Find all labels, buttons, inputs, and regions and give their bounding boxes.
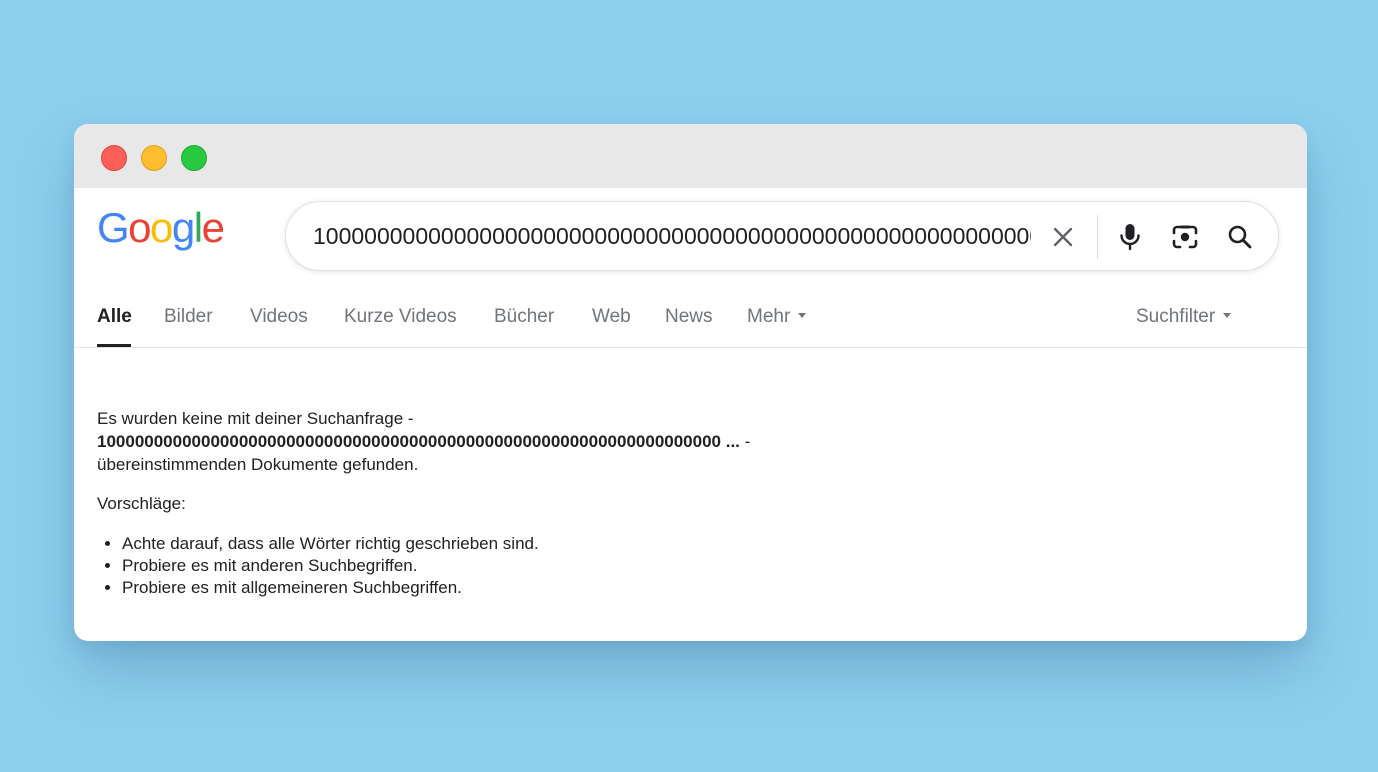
query-line: 1000000000000000000000000000000000000000…: [97, 430, 997, 453]
tab-videos[interactable]: Videos: [250, 306, 308, 328]
tab-web[interactable]: Web: [592, 306, 631, 328]
suggestion-item: Probiere es mit anderen Suchbegriffen.: [122, 555, 997, 577]
tab-bilder[interactable]: Bilder: [164, 306, 213, 328]
search-tabs: Alle Bilder Videos Kurze Videos Bücher W…: [74, 294, 1307, 348]
logo-letter: o: [128, 204, 151, 251]
search-divider: [1097, 215, 1098, 259]
no-results-message: Es wurden keine mit deiner Suchanfrage -…: [97, 407, 997, 599]
search-input[interactable]: [313, 202, 1031, 270]
google-logo[interactable]: Google: [97, 204, 225, 251]
search-box: [285, 201, 1279, 271]
logo-letter: e: [201, 204, 225, 251]
suchfilter-label: Suchfilter: [1136, 306, 1216, 327]
query-text: 1000000000000000000000000000000000000000…: [97, 432, 740, 451]
message-suffix: übereinstimmenden Dokumente gefunden.: [97, 455, 419, 474]
zoom-window-button[interactable]: [181, 145, 207, 171]
minimize-window-button[interactable]: [141, 145, 167, 171]
title-bar: [74, 124, 1307, 188]
close-window-button[interactable]: [101, 145, 127, 171]
tab-buecher[interactable]: Bücher: [494, 306, 554, 328]
suggestion-item: Probiere es mit allgemeineren Suchbegrif…: [122, 577, 997, 599]
caret-down-icon: [1223, 312, 1232, 318]
tab-mehr-label: Mehr: [747, 306, 791, 327]
suggestions-title: Vorschläge:: [97, 494, 186, 513]
suggestions-list: Achte darauf, dass alle Wörter richtig g…: [97, 533, 997, 599]
query-suffix: -: [739, 432, 751, 451]
camera-lens-icon[interactable]: [1167, 219, 1203, 255]
active-tab-indicator: [97, 344, 131, 347]
tab-kurze-videos[interactable]: Kurze Videos: [344, 306, 457, 328]
message-prefix: Es wurden keine mit deiner Suchanfrage -: [97, 409, 414, 428]
tab-mehr[interactable]: Mehr: [747, 306, 807, 328]
close-icon[interactable]: [1045, 219, 1081, 255]
logo-letter: g: [171, 204, 195, 251]
microphone-icon[interactable]: [1112, 219, 1148, 255]
suggestion-item: Achte darauf, dass alle Wörter richtig g…: [122, 533, 997, 555]
logo-letter: G: [97, 204, 130, 251]
tab-news[interactable]: News: [665, 306, 713, 328]
caret-down-icon: [798, 312, 807, 318]
search-icon[interactable]: [1222, 219, 1258, 255]
logo-letter: l: [193, 204, 203, 251]
logo-letter: o: [150, 204, 173, 251]
suchfilter-button[interactable]: Suchfilter: [1136, 306, 1232, 328]
tab-alle[interactable]: Alle: [97, 306, 132, 328]
browser-window: Google Alle Bilder Videos Kurze Videos B…: [74, 124, 1307, 641]
